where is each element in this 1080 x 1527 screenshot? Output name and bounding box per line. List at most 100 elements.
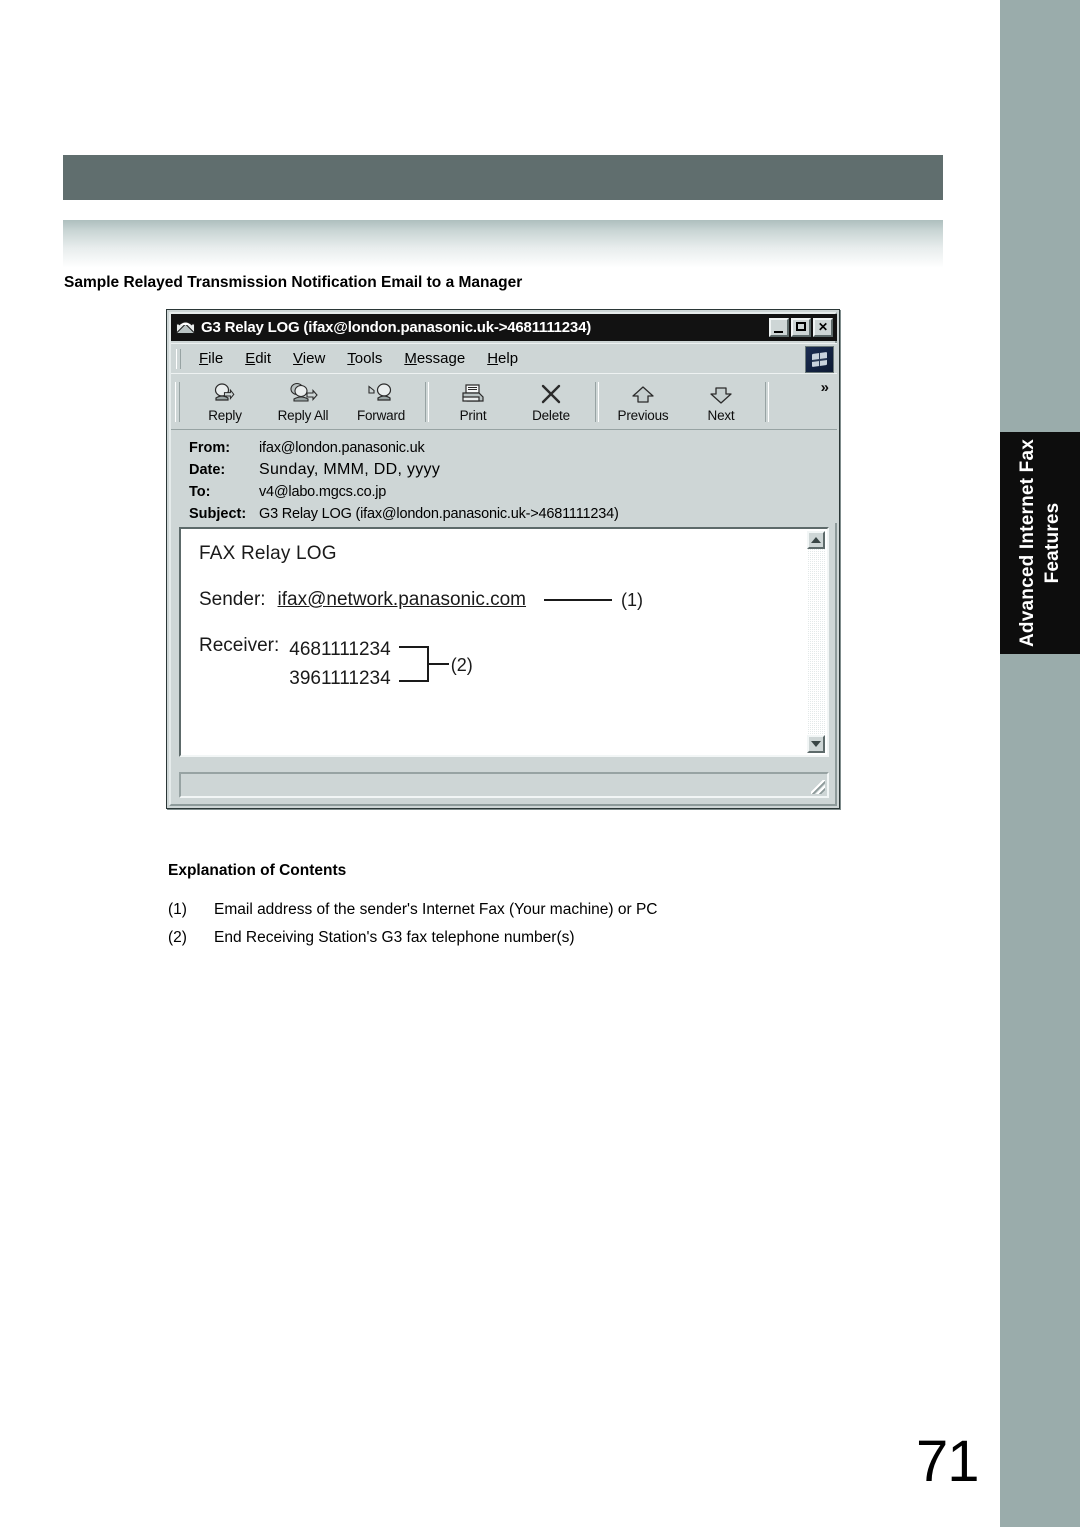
delete-x-icon bbox=[539, 380, 563, 406]
explanation-heading: Explanation of Contents bbox=[168, 862, 347, 879]
menubar-grip[interactable] bbox=[176, 348, 181, 369]
explanation-number-1: (1) bbox=[168, 901, 187, 918]
menu-rest-view: iew bbox=[302, 350, 326, 367]
receiver-number-1: 4681111234 bbox=[289, 639, 391, 660]
header-row-from: From: ifax@london.panasonic.uk bbox=[171, 437, 837, 459]
callout-number-1: (1) bbox=[621, 589, 644, 610]
menu-item-tools[interactable]: Tools bbox=[336, 348, 393, 369]
header-value-subject: G3 Relay LOG (ifax@london.panasonic.uk->… bbox=[259, 506, 619, 522]
header-key-from: From: bbox=[189, 440, 231, 456]
menu-rest-edit: dit bbox=[255, 350, 272, 367]
forward-icon bbox=[367, 380, 395, 406]
toolbar-label-next: Next bbox=[707, 408, 735, 423]
menu-item-file[interactable]: File bbox=[188, 348, 234, 369]
menu-rest-tools: ools bbox=[354, 350, 383, 367]
body-receiver-values: 4681111234 3961111234 bbox=[289, 635, 390, 693]
body-title: FAX Relay LOG bbox=[199, 543, 337, 564]
menubar: File Edit View Tools Message Help bbox=[171, 343, 837, 373]
menu-accel-view: V bbox=[293, 350, 303, 367]
receiver-number-2: 3961111234 bbox=[289, 668, 391, 689]
body-receiver-row: Receiver: 4681111234 3961111234 (2) bbox=[199, 635, 805, 693]
toolbar-separator-2 bbox=[595, 381, 599, 422]
window-title: G3 Relay LOG (ifax@london.panasonic.uk->… bbox=[201, 319, 592, 336]
toolbar-label-forward: Forward bbox=[356, 408, 406, 423]
side-tab-chapter: Advanced Internet Fax Features bbox=[1000, 432, 1080, 654]
menu-accel-tools: T bbox=[347, 350, 355, 367]
menu-item-view[interactable]: View bbox=[282, 348, 336, 369]
menu-rest-message: essage bbox=[416, 350, 466, 367]
header-key-to: To: bbox=[189, 484, 211, 500]
resize-grip-icon[interactable] bbox=[811, 780, 825, 794]
body-sender-value[interactable]: ifax@network.panasonic.com bbox=[278, 589, 526, 611]
side-tab-label-line2: Features bbox=[1042, 502, 1063, 584]
scroll-down-arrow-icon bbox=[811, 741, 821, 747]
callout-leader-1 bbox=[544, 599, 613, 601]
explanation-list: (1) Email address of the sender's Intern… bbox=[168, 896, 868, 952]
minimize-button[interactable] bbox=[769, 318, 789, 337]
windows-logo-icon[interactable] bbox=[805, 346, 834, 373]
header-bar-gradient bbox=[63, 220, 943, 268]
toolbar-label-delete: Delete bbox=[532, 408, 570, 423]
body-receiver-label: Receiver: bbox=[199, 635, 280, 656]
arrow-up-icon bbox=[630, 380, 656, 406]
side-tab-label-line1: Advanced Internet Fax bbox=[1017, 439, 1038, 647]
callout-brace-2 bbox=[398, 635, 449, 693]
callout-number-2: (2) bbox=[450, 655, 473, 675]
explanation-item-1: (1) Email address of the sender's Intern… bbox=[168, 896, 868, 924]
toolbar-grip[interactable] bbox=[175, 381, 180, 422]
reply-icon bbox=[211, 380, 239, 406]
toolbar-button-next[interactable]: Next bbox=[682, 376, 760, 428]
maximize-button[interactable] bbox=[791, 318, 811, 337]
toolbar-button-forward[interactable]: Forward bbox=[342, 376, 420, 428]
toolbar-label-print: Print bbox=[459, 408, 487, 423]
page-title: Sample Relayed Transmission Notification… bbox=[64, 274, 523, 291]
window-controls: ✕ bbox=[769, 318, 833, 337]
menu-item-message[interactable]: Message bbox=[393, 348, 476, 369]
window-statusbar bbox=[179, 772, 829, 798]
header-key-date: Date: bbox=[189, 462, 226, 478]
header-row-subject: Subject: G3 Relay LOG (ifax@london.panas… bbox=[171, 503, 837, 525]
header-key-subject: Subject: bbox=[189, 506, 247, 522]
body-sender-row: Sender: ifax@network.panasonic.com (1) bbox=[199, 589, 805, 611]
scroll-up-button[interactable] bbox=[807, 531, 825, 549]
header-value-date: Sunday, MMM, DD, yyyy bbox=[259, 461, 441, 478]
menu-item-help[interactable]: Help bbox=[476, 348, 529, 369]
toolbar-button-delete[interactable]: Delete bbox=[512, 376, 590, 428]
header-value-to: v4@labo.mgcs.co.jp bbox=[259, 484, 387, 500]
menu-rest-help: elp bbox=[498, 350, 519, 367]
arrow-down-icon bbox=[708, 380, 734, 406]
printer-icon bbox=[460, 380, 486, 406]
explanation-number-2: (2) bbox=[168, 929, 187, 946]
window-titlebar[interactable]: G3 Relay LOG (ifax@london.panasonic.uk->… bbox=[171, 314, 837, 341]
toolbar-button-print[interactable]: Print bbox=[434, 376, 512, 428]
toolbar-button-reply[interactable]: Reply bbox=[186, 376, 264, 428]
explanation-text-1: Email address of the sender's Internet F… bbox=[214, 901, 658, 918]
body-vertical-scrollbar[interactable] bbox=[807, 531, 825, 753]
page-number: 71 bbox=[916, 1429, 980, 1494]
close-button[interactable]: ✕ bbox=[813, 318, 833, 337]
toolbar-label-reply: Reply bbox=[208, 408, 242, 423]
scroll-down-button[interactable] bbox=[807, 735, 825, 753]
toolbar-separator-1 bbox=[425, 381, 429, 422]
toolbar-overflow-chevron-icon[interactable]: » bbox=[821, 379, 829, 396]
menu-accel-file: F bbox=[199, 350, 209, 367]
message-body-content: FAX Relay LOG Sender: ifax@network.panas… bbox=[199, 543, 805, 693]
menu-item-edit[interactable]: Edit bbox=[234, 348, 282, 369]
explanation-text-2: End Receiving Station's G3 fax telephone… bbox=[214, 929, 575, 946]
menu-accel-edit: E bbox=[245, 350, 256, 367]
toolbar-button-reply-all[interactable]: Reply All bbox=[264, 376, 342, 428]
menu-accel-help: H bbox=[487, 350, 499, 367]
page-side-strip bbox=[1000, 0, 1080, 1527]
menu-rest-file: ile bbox=[208, 350, 224, 367]
brace-stem bbox=[426, 663, 449, 665]
header-row-to: To: v4@labo.mgcs.co.jp bbox=[171, 481, 837, 503]
toolbar-button-previous[interactable]: Previous bbox=[604, 376, 682, 428]
header-row-date: Date: Sunday, MMM, DD, yyyy bbox=[171, 459, 837, 481]
windows-logo-glyph bbox=[812, 351, 827, 368]
email-window: G3 Relay LOG (ifax@london.panasonic.uk->… bbox=[166, 309, 840, 809]
scroll-up-arrow-icon bbox=[811, 537, 821, 543]
explanation-item-2: (2) End Receiving Station's G3 fax telep… bbox=[168, 924, 868, 952]
message-headers: From: ifax@london.panasonic.uk Date: Sun… bbox=[171, 429, 837, 523]
menu-accel-message: M bbox=[404, 350, 417, 367]
envelope-icon bbox=[176, 320, 195, 335]
